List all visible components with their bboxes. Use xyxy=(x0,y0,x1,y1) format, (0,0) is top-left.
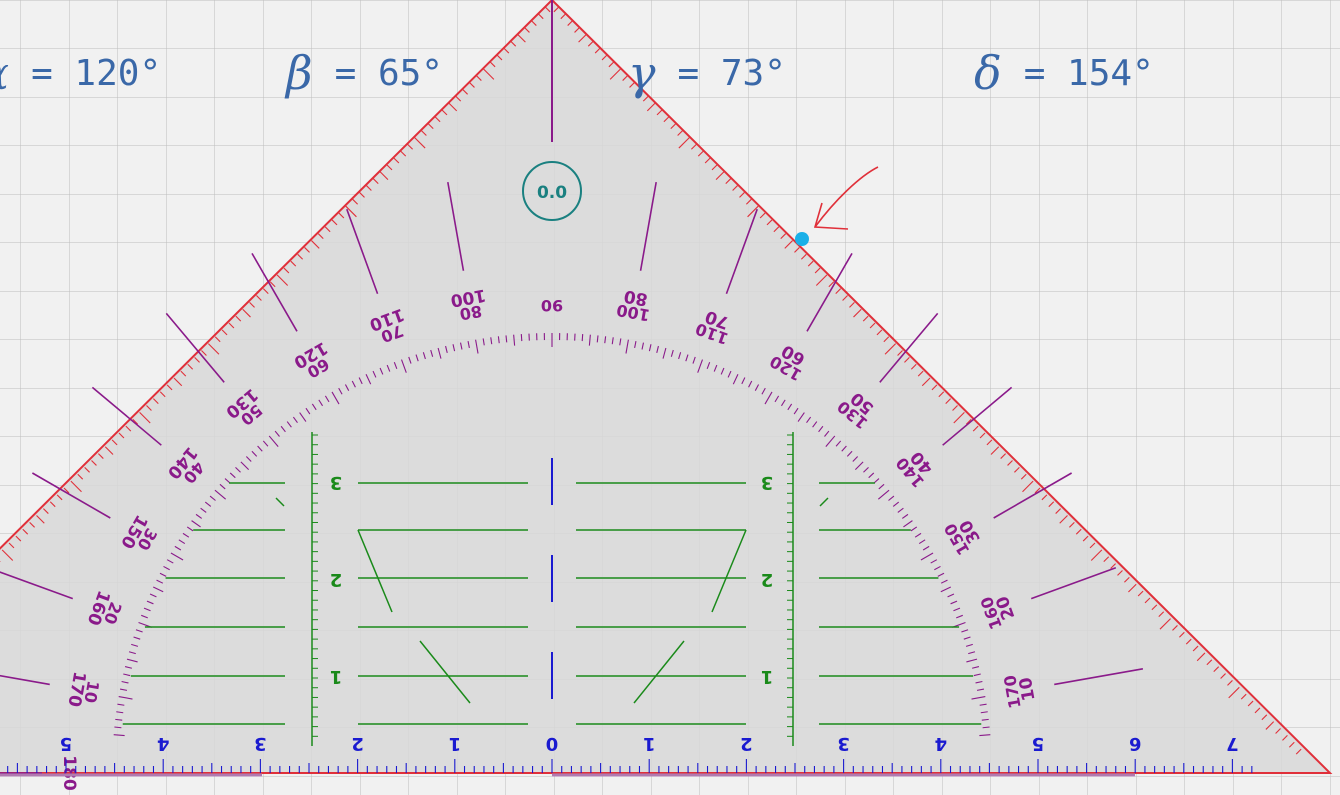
cm-label: 1 xyxy=(449,733,462,754)
cm-label: 4 xyxy=(157,733,170,754)
cm-label: 6 xyxy=(1129,733,1142,754)
gamma-value: = 73° xyxy=(677,53,786,94)
geometry-canvas[interactable]: 1020304050607080100110120130140150160170… xyxy=(0,0,1340,795)
angle-gamma: γ = 73° xyxy=(628,46,786,100)
cm-label: 3 xyxy=(254,733,267,754)
vertical-scale-label: 3 xyxy=(761,472,774,493)
vertical-scale-label: 1 xyxy=(330,666,343,687)
cm-label: 7 xyxy=(1226,733,1239,754)
cm-label: 1 xyxy=(643,733,656,754)
alpha-value: = 120° xyxy=(31,53,162,94)
cm-label: 2 xyxy=(351,733,364,754)
angle-alpha: α = 120° xyxy=(0,46,162,100)
inner-scale-label: 10 xyxy=(80,679,103,704)
cm-label: 3 xyxy=(837,733,850,754)
gamma-symbol: γ xyxy=(628,46,656,100)
cm-label: 5 xyxy=(60,733,73,754)
beta-symbol: β xyxy=(286,46,313,100)
vertical-scale-label: 3 xyxy=(330,472,343,493)
vertical-scale-label: 1 xyxy=(761,666,774,687)
beta-value: = 65° xyxy=(334,53,443,94)
cm-label: 2 xyxy=(740,733,753,754)
angle-delta: δ = 154° xyxy=(974,46,1154,100)
vertical-scale-label: 2 xyxy=(761,569,774,590)
vertical-scale-label: 2 xyxy=(330,569,343,590)
inner-scale-label: 80 xyxy=(458,301,483,324)
delta-value: = 154° xyxy=(1023,53,1154,94)
rotation-readout: 0.0 xyxy=(537,183,567,203)
angle-beta: β = 65° xyxy=(286,46,443,100)
cm-label: 4 xyxy=(935,733,948,754)
alpha-symbol: α xyxy=(0,46,9,100)
outer-scale-label: 180 xyxy=(59,755,79,791)
cm-label: 5 xyxy=(1032,733,1045,754)
inner-scale-label: 90 xyxy=(541,296,563,315)
delta-symbol: δ xyxy=(974,46,1002,100)
cm-label: 0 xyxy=(546,733,559,754)
drag-handle[interactable] xyxy=(795,232,809,246)
